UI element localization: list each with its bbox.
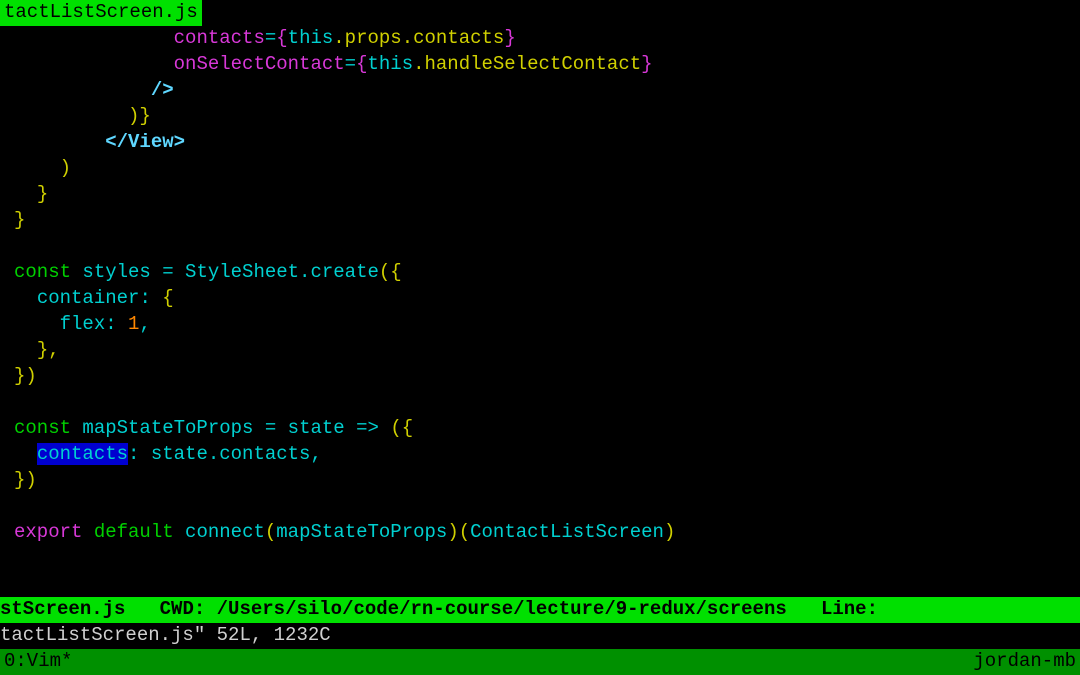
code-token: export [14, 521, 82, 543]
code-token: ({ [379, 261, 402, 283]
code-line: } [14, 208, 1080, 234]
code-token: this [288, 27, 334, 49]
code-line: } [14, 182, 1080, 208]
code-token: ContactListScreen [470, 521, 664, 543]
code-token: .props.contacts [333, 27, 504, 49]
code-line: const mapStateToProps = state => ({ [14, 416, 1080, 442]
status-line-label: Line: [821, 598, 878, 620]
code-token: : [105, 313, 128, 335]
code-line: contacts: state.contacts, [14, 442, 1080, 468]
code-token: }, [37, 339, 60, 361]
code-token: 1 [128, 313, 139, 335]
code-token: : [139, 287, 162, 309]
code-token: StyleSheet.create [174, 261, 379, 283]
code-token: ({ [390, 417, 413, 439]
code-token: { [356, 53, 367, 75]
code-editor[interactable]: contacts={this.props.contacts} onSelectC… [0, 26, 1080, 546]
code-token: }) [14, 365, 37, 387]
status-filename: stScreen.js [0, 598, 125, 620]
code-token: = [345, 53, 356, 75]
code-line: }, [14, 338, 1080, 364]
code-token: : state.contacts, [128, 443, 322, 465]
code-token: mapStateToProps [276, 521, 447, 543]
code-token: const [14, 417, 71, 439]
code-line: /> [14, 78, 1080, 104]
code-line: )} [14, 104, 1080, 130]
code-token: connect [174, 521, 265, 543]
code-token: } [504, 27, 515, 49]
code-token: onSelectContact [174, 53, 345, 75]
code-token: container [37, 287, 140, 309]
code-line [14, 234, 1080, 260]
code-line [14, 494, 1080, 520]
tmux-status-bar: 0:Vim* jordan-mb [0, 649, 1080, 675]
message-text: tactListScreen.js" 52L, 1232C [0, 624, 331, 646]
code-token: const [14, 261, 71, 283]
code-token: contacts [174, 27, 265, 49]
code-token: state [276, 417, 356, 439]
tab-active-filename[interactable]: tactListScreen.js [0, 0, 202, 26]
code-token: } [37, 183, 48, 205]
status-cwd-label: CWD: [160, 598, 206, 620]
tab-bar: tactListScreen.js [0, 0, 1080, 26]
message-line: tactListScreen.js" 52L, 1232C [0, 623, 1080, 649]
code-token: }) [14, 469, 37, 491]
code-token: .handleSelectContact [413, 53, 641, 75]
code-token: this [367, 53, 413, 75]
code-token: = [162, 261, 173, 283]
code-token: ) [60, 157, 71, 179]
code-line: </View> [14, 130, 1080, 156]
code-line: }) [14, 468, 1080, 494]
code-token: flex [60, 313, 106, 335]
status-line: stScreen.js CWD: /Users/silo/code/rn-cou… [0, 597, 1080, 623]
tmux-window-name: 0:Vim* [4, 649, 72, 675]
code-token: , [139, 313, 150, 335]
code-token: contacts [37, 443, 128, 465]
code-line [14, 390, 1080, 416]
code-line: onSelectContact={this.handleSelectContac… [14, 52, 1080, 78]
code-token: => [356, 417, 379, 439]
code-token [82, 521, 93, 543]
code-token: } [641, 53, 652, 75]
code-token: = [265, 417, 276, 439]
code-token [379, 417, 390, 439]
code-line: }) [14, 364, 1080, 390]
code-line: contacts={this.props.contacts} [14, 26, 1080, 52]
code-token: </View> [105, 131, 185, 153]
code-line: const styles = StyleSheet.create({ [14, 260, 1080, 286]
code-token: { [162, 287, 173, 309]
code-line: container: { [14, 286, 1080, 312]
code-token: default [94, 521, 174, 543]
code-line: ) [14, 156, 1080, 182]
code-line: flex: 1, [14, 312, 1080, 338]
code-token: )} [128, 105, 151, 127]
code-token: )( [447, 521, 470, 543]
code-token: = [265, 27, 276, 49]
code-token: /> [151, 79, 174, 101]
tmux-hostname: jordan-mb [973, 649, 1076, 675]
code-token: ( [265, 521, 276, 543]
code-token: } [14, 209, 25, 231]
status-cwd-path: /Users/silo/code/rn-course/lecture/9-red… [217, 598, 787, 620]
code-token: { [276, 27, 287, 49]
code-token: styles [71, 261, 162, 283]
code-token: mapStateToProps [71, 417, 265, 439]
code-line: export default connect(mapStateToProps)(… [14, 520, 1080, 546]
code-token: ) [664, 521, 675, 543]
